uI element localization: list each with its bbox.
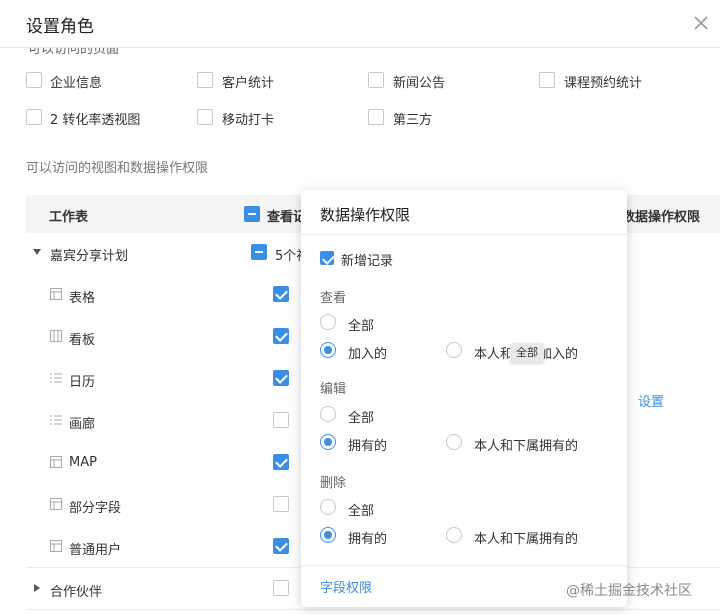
delete-group-label: 删除 (320, 476, 347, 491)
expand-icon[interactable] (34, 584, 40, 592)
list-icon (50, 415, 62, 425)
view-checkbox-map[interactable] (273, 454, 289, 470)
dialog-title: 设置角色 (26, 17, 94, 37)
grid-icon (50, 456, 62, 468)
view-label: 表格 (69, 291, 96, 306)
watermark: @稀土掘金技术社区 (566, 583, 692, 599)
view-label: 画廊 (69, 417, 96, 432)
list-icon (50, 373, 62, 383)
page-label: 客户统计 (222, 76, 275, 91)
view-checkbox-normal-user[interactable] (273, 538, 289, 554)
add-record-label: 新增记录 (341, 254, 394, 269)
page-label: 课程预约统计 (564, 76, 643, 91)
page-label: 新闻公告 (393, 76, 446, 91)
view-label: 部分字段 (69, 501, 122, 516)
view-label: 看板 (69, 333, 96, 348)
radio-label: 全部 (348, 411, 375, 426)
delete-owned-radio[interactable] (320, 527, 336, 543)
add-record-checkbox[interactable] (320, 251, 334, 265)
radio-label: 拥有的 (348, 532, 388, 547)
grid-icon (50, 288, 62, 300)
radio-label: 全部 (348, 504, 375, 519)
radio-label: 拥有的 (348, 439, 388, 454)
group-view-checkbox[interactable] (273, 580, 289, 596)
row-divider (26, 609, 720, 610)
page-label: 2 转化率透视图 (50, 113, 141, 128)
kanban-icon (50, 330, 62, 342)
page-label: 移动打卡 (222, 113, 275, 128)
view-checkbox-table[interactable] (273, 286, 289, 302)
radio-label: 加入的 (348, 347, 388, 362)
delete-all-radio[interactable] (320, 499, 336, 515)
view-all-radio[interactable] (320, 314, 336, 330)
view-label: 日历 (69, 375, 96, 390)
page-checkbox-customer-stats[interactable] (197, 72, 213, 88)
page-checkbox-news[interactable] (368, 72, 384, 88)
popup-divider (301, 234, 627, 235)
expand-icon[interactable] (33, 249, 41, 255)
page-checkbox-conversion[interactable] (26, 109, 42, 125)
dialog-header: 设置角色 (0, 0, 720, 48)
view-self-sub-joined-radio[interactable] (446, 342, 462, 358)
view-checkbox-gallery[interactable] (273, 412, 289, 428)
group-label: 合作伙伴 (50, 585, 103, 600)
col-perm: 数据操作权限 (622, 210, 701, 225)
page-checkbox-course-stats[interactable] (539, 72, 555, 88)
data-permission-popup: 数据操作权限 新增记录 查看 全部 加入的 本人和下属加入的 编辑 全部 拥有的… (301, 190, 627, 607)
view-all-checkbox[interactable] (244, 206, 260, 222)
field-permission-link[interactable]: 字段权限 (320, 577, 372, 596)
radio-label: 本人和下属拥有的 (474, 439, 579, 454)
tooltip: 全部 (510, 343, 544, 363)
view-checkbox-kanban[interactable] (273, 328, 289, 344)
grid-icon (50, 498, 62, 510)
view-joined-radio[interactable] (320, 342, 336, 358)
col-sheet: 工作表 (49, 210, 89, 225)
view-label: 普通用户 (69, 543, 122, 558)
popup-title: 数据操作权限 (320, 206, 411, 224)
group-view-checkbox[interactable] (251, 244, 267, 260)
edit-owned-radio[interactable] (320, 434, 336, 450)
edit-self-sub-owned-radio[interactable] (446, 434, 462, 450)
delete-self-sub-owned-radio[interactable] (446, 527, 462, 543)
settings-link[interactable]: 设置 (638, 391, 664, 410)
group-label: 嘉宾分享计划 (50, 249, 129, 264)
view-checkbox-partial-fields[interactable] (273, 496, 289, 512)
grid-icon (50, 540, 62, 552)
page-checkbox-mobile-checkin[interactable] (197, 109, 213, 125)
views-section-label: 可以访问的视图和数据操作权限 (26, 161, 209, 176)
page-checkbox-third-party[interactable] (368, 109, 384, 125)
edit-group-label: 编辑 (320, 382, 347, 397)
view-group-label: 查看 (320, 291, 347, 306)
popup-divider (301, 565, 627, 566)
page-label: 第三方 (393, 113, 433, 128)
radio-label: 本人和下属拥有的 (474, 532, 579, 547)
page-label: 企业信息 (50, 76, 103, 91)
radio-label: 全部 (348, 319, 375, 334)
view-label: MAP (69, 455, 97, 470)
page-checkbox-enterprise[interactable] (26, 72, 42, 88)
view-checkbox-calendar[interactable] (273, 370, 289, 386)
edit-all-radio[interactable] (320, 406, 336, 422)
close-icon[interactable] (690, 12, 712, 34)
